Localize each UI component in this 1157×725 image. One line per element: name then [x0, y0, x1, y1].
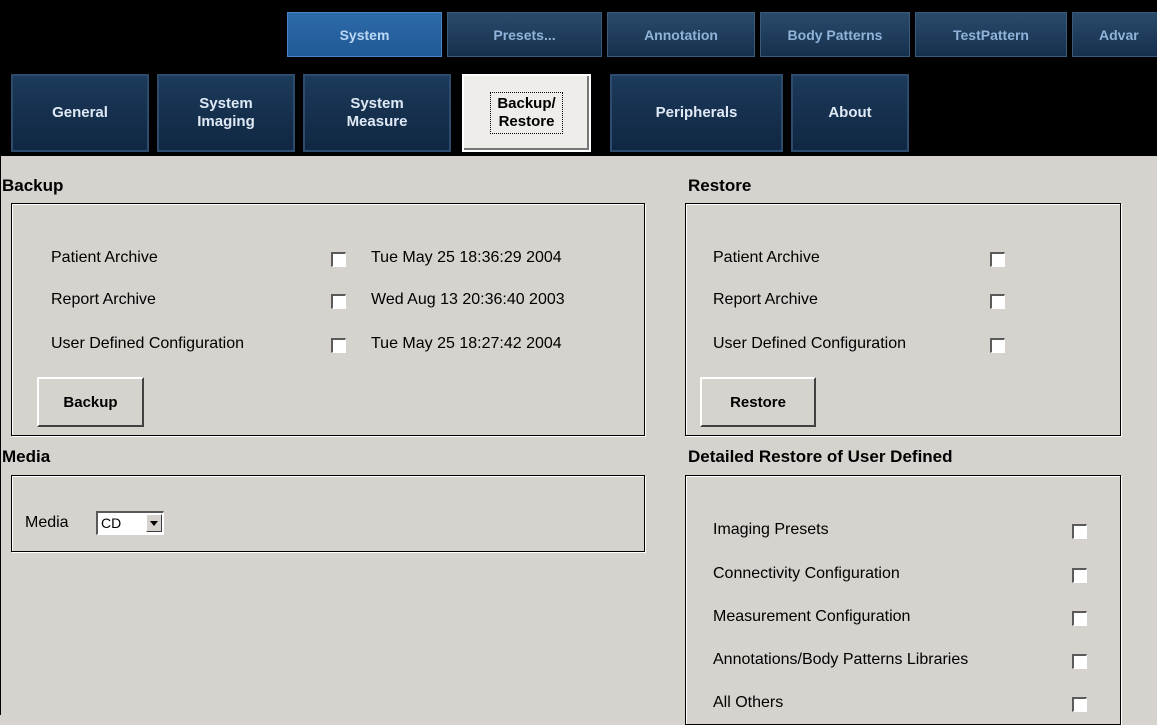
media-label: Media [25, 514, 69, 531]
restore-patient-archive-label: Patient Archive [713, 249, 820, 266]
subtab-peripherals-label: Peripherals [655, 104, 738, 121]
subtab-system-measure-label: System Measure [346, 95, 408, 130]
tab-system[interactable]: System [287, 12, 442, 57]
tab-annotation[interactable]: Annotation [607, 12, 755, 57]
backup-button[interactable]: Backup [37, 377, 144, 427]
subtab-system-imaging-label: System Imaging [197, 95, 255, 130]
sub-tab-bar: General System Imaging System Measure Ba… [0, 70, 1157, 156]
detailed-all-others-label: All Others [713, 694, 784, 711]
panel-left-edge [0, 156, 1, 715]
backup-patient-archive-label: Patient Archive [51, 249, 158, 266]
backup-patient-archive-date: Tue May 25 18:36:29 2004 [371, 249, 562, 266]
subtab-system-imaging[interactable]: System Imaging [157, 74, 295, 152]
restore-patient-archive-checkbox[interactable] [990, 252, 1005, 267]
detailed-annotations-label: Annotations/Body Patterns Libraries [713, 651, 969, 668]
restore-section-title: Restore [688, 176, 752, 195]
backup-report-archive-checkbox[interactable] [331, 294, 346, 309]
media-select[interactable]: CD [96, 511, 164, 535]
tab-presets[interactable]: Presets... [447, 12, 602, 57]
detailed-measurement-checkbox[interactable] [1072, 611, 1087, 626]
subtab-peripherals[interactable]: Peripherals [610, 74, 783, 152]
backup-user-config-checkbox[interactable] [331, 338, 346, 353]
subtab-system-measure[interactable]: System Measure [303, 74, 451, 152]
tab-body-patterns[interactable]: Body Patterns [760, 12, 910, 57]
detailed-measurement-label: Measurement Configuration [713, 608, 911, 625]
tab-testpattern[interactable]: TestPattern [915, 12, 1067, 57]
backup-user-config-date: Tue May 25 18:27:42 2004 [371, 335, 562, 352]
tab-advanced[interactable]: Advar [1072, 12, 1157, 57]
backup-report-archive-date: Wed Aug 13 20:36:40 2003 [371, 291, 565, 308]
restore-button[interactable]: Restore [700, 377, 816, 427]
detailed-imaging-presets-checkbox[interactable] [1072, 524, 1087, 539]
detailed-annotations-checkbox[interactable] [1072, 654, 1087, 669]
detailed-restore-section-title: Detailed Restore of User Defined [688, 447, 953, 466]
restore-report-archive-checkbox[interactable] [990, 294, 1005, 309]
top-tab-bar: System Presets... Annotation Body Patter… [0, 0, 1157, 70]
subtab-backup-restore-label: Backup/ Restore [490, 92, 563, 134]
subtab-about[interactable]: About [791, 74, 909, 152]
backup-user-config-label: User Defined Configuration [51, 335, 244, 352]
detailed-restore-group [685, 475, 1121, 725]
media-section-title: Media [2, 447, 51, 466]
backup-patient-archive-checkbox[interactable] [331, 252, 346, 267]
detailed-connectivity-checkbox[interactable] [1072, 568, 1087, 583]
subtab-general-label: General [52, 104, 108, 121]
media-select-value: CD [101, 515, 122, 531]
chevron-down-icon[interactable] [146, 514, 162, 532]
detailed-imaging-presets-label: Imaging Presets [713, 521, 829, 538]
subtab-backup-restore[interactable]: Backup/ Restore [462, 74, 591, 152]
subtab-about-label: About [828, 104, 872, 121]
backup-section-title: Backup [2, 176, 64, 195]
detailed-connectivity-label: Connectivity Configuration [713, 565, 900, 582]
detailed-all-others-checkbox[interactable] [1072, 697, 1087, 712]
restore-user-config-label: User Defined Configuration [713, 335, 906, 352]
restore-report-archive-label: Report Archive [713, 291, 818, 308]
subtab-general[interactable]: General [11, 74, 149, 152]
backup-report-archive-label: Report Archive [51, 291, 156, 308]
restore-user-config-checkbox[interactable] [990, 338, 1005, 353]
